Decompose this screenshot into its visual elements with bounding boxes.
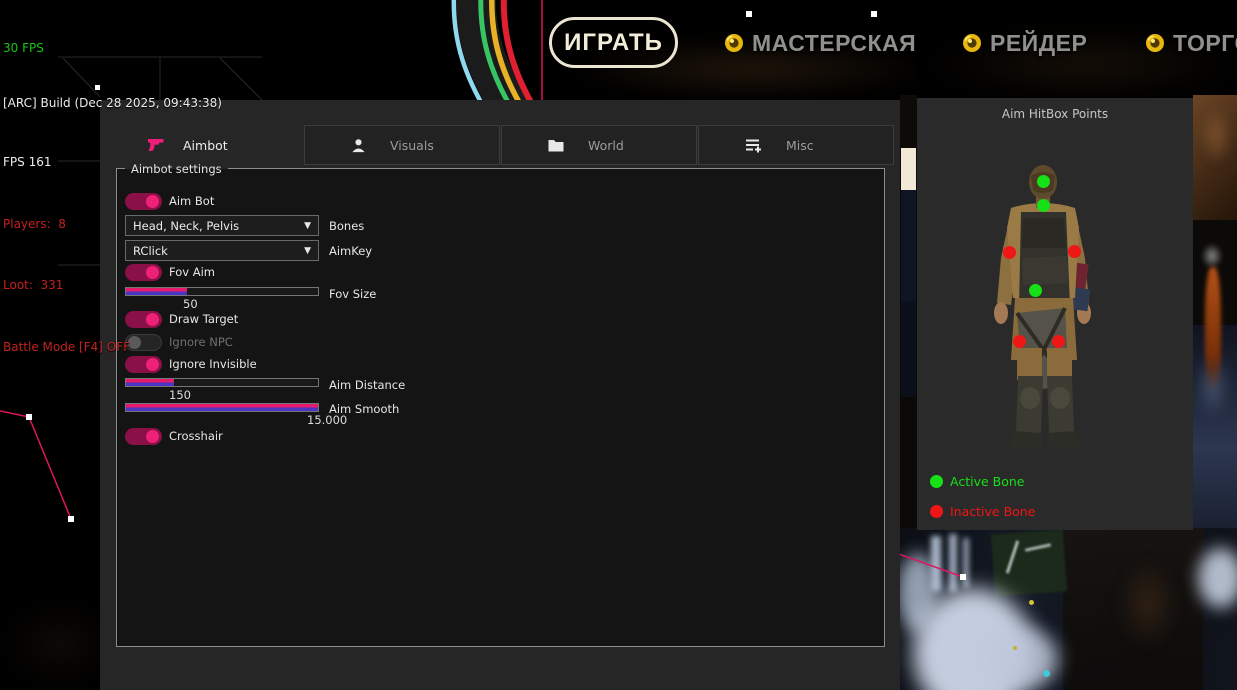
hud-build-line: [ARC] Build (Dec 28 2025, 09:43:38) — [3, 95, 222, 111]
legend-inactive-bone: Inactive Bone — [930, 504, 1035, 519]
character-model — [917, 98, 1193, 530]
hud-battle-mode-line: Battle Mode [F4] OFF — [3, 337, 222, 358]
active-bone-dot-icon — [930, 475, 943, 488]
coin-icon — [962, 33, 982, 53]
bone-dot-right-thigh — [1052, 335, 1065, 348]
aimkey-label: AimKey — [329, 244, 372, 258]
filter-plus-icon — [745, 138, 762, 153]
aimbot-settings-group: Aimbot settings Aim Bot Head, Neck, Pelv… — [116, 168, 885, 647]
slider-fill — [126, 404, 318, 411]
esp-marker — [871, 11, 877, 17]
coin-icon — [724, 33, 744, 53]
play-button[interactable]: ИГРАТЬ — [549, 17, 678, 68]
legend-active-bone: Active Bone — [930, 474, 1024, 489]
esp-marker — [960, 574, 966, 580]
folder-icon — [548, 139, 564, 152]
esp-marker — [746, 11, 752, 17]
tab-world[interactable]: World — [501, 125, 697, 165]
bone-dot-left-thigh — [1013, 335, 1026, 348]
hud-fps-line: FPS 161 — [3, 152, 222, 173]
debug-hud: 30 FPS [ARC] Build (Dec 28 2025, 09:43:3… — [3, 1, 222, 398]
bones-label: Bones — [329, 219, 364, 233]
play-button-label: ИГРАТЬ — [564, 29, 663, 57]
menu-item-label: РЕЙДЕР — [990, 30, 1087, 57]
chevron-down-icon: ▼ — [304, 221, 311, 231]
menu-item-raider[interactable]: РЕЙДЕР — [962, 28, 1087, 58]
tab-label: Visuals — [390, 138, 434, 153]
legend-label: Inactive Bone — [950, 504, 1035, 519]
menu-item-label: МАСТЕРСКАЯ — [752, 30, 916, 57]
aim-distance-label: Aim Distance — [329, 378, 405, 392]
menu-item-workshop[interactable]: МАСТЕРСКАЯ — [724, 28, 916, 58]
aim-smooth-slider[interactable] — [125, 403, 319, 412]
tab-label: World — [588, 138, 624, 153]
esp-marker — [26, 414, 32, 420]
inactive-bone-dot-icon — [930, 505, 943, 518]
hud-players-line: Players: 8 — [3, 214, 222, 235]
coin-icon — [1145, 33, 1165, 53]
bone-dot-neck — [1037, 199, 1050, 212]
chevron-down-icon: ▼ — [304, 246, 311, 256]
legend-label: Active Bone — [950, 474, 1024, 489]
bone-dot-pelvis — [1029, 284, 1042, 297]
tab-visuals[interactable]: Visuals — [304, 125, 500, 165]
hud-loot-line: Loot: 331 — [3, 275, 222, 296]
toggle-knob — [146, 430, 159, 443]
tab-label: Misc — [786, 138, 814, 153]
fov-size-label: Fov Size — [329, 287, 376, 301]
tab-misc[interactable]: Misc — [698, 125, 894, 165]
crosshair-toggle[interactable] — [125, 428, 162, 445]
hitbox-panel: Aim HitBox Points — [917, 98, 1193, 530]
esp-marker — [68, 516, 74, 522]
bone-dot-left-arm — [1003, 246, 1016, 259]
game-screen: 30 FPS [ARC] Build (Dec 28 2025, 09:43:3… — [0, 0, 1237, 690]
menu-item-trade[interactable]: ТОРГОВЛЯ — [1145, 28, 1237, 58]
person-icon — [351, 138, 366, 153]
menu-item-label: ТОРГОВЛЯ — [1173, 30, 1237, 57]
aim-smooth-label: Aim Smooth — [329, 402, 399, 416]
crosshair-label: Crosshair — [169, 428, 223, 445]
hud-fps-small: 30 FPS — [3, 42, 222, 54]
bone-dot-right-arm — [1068, 245, 1081, 258]
bone-dot-head — [1037, 175, 1050, 188]
